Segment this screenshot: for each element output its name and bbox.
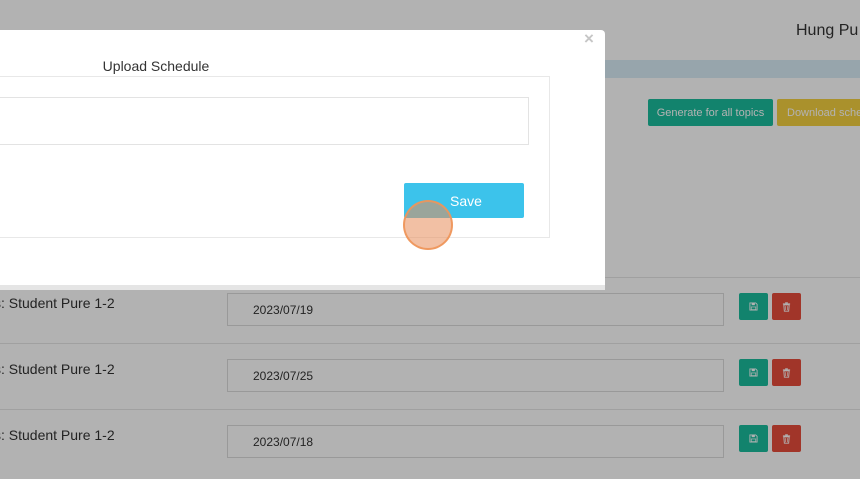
upload-schedule-modal: × Upload Schedule Save [0,30,605,290]
close-icon[interactable]: × [582,30,596,48]
modal-title: Upload Schedule [102,58,210,74]
modal-footer-bar [0,285,605,290]
file-input[interactable] [0,97,529,145]
click-indicator [403,200,453,250]
